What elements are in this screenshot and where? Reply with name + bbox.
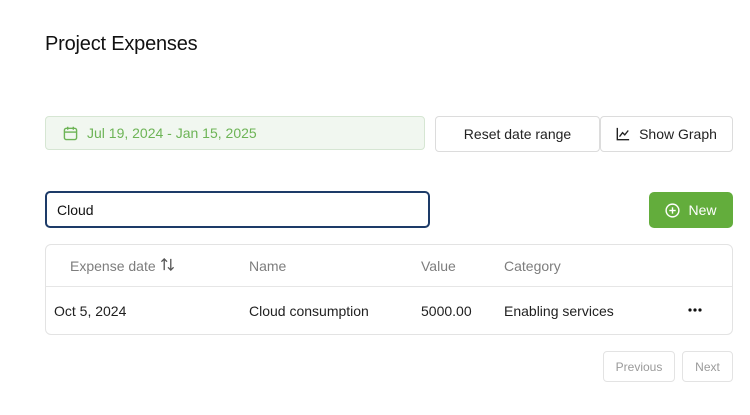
- expense-date-cell: Oct 5, 2024: [54, 303, 127, 319]
- expense-category-cell: Enabling services: [504, 303, 614, 319]
- next-page-label: Next: [695, 359, 720, 374]
- line-chart-icon: [616, 127, 639, 141]
- plus-circle-icon: [665, 202, 688, 218]
- ellipsis-icon[interactable]: [687, 302, 703, 318]
- table-header: Expense date Name Value Category: [46, 245, 732, 287]
- column-header-category: Category: [504, 258, 561, 274]
- search-input[interactable]: [45, 191, 430, 228]
- previous-page-button[interactable]: Previous: [603, 351, 675, 382]
- calendar-icon: [63, 126, 87, 141]
- expenses-table: Expense date Name Value Category Oct 5, …: [45, 244, 733, 335]
- previous-page-label: Previous: [615, 359, 663, 374]
- next-page-button[interactable]: Next: [682, 351, 733, 382]
- page-title: Project Expenses: [45, 33, 198, 55]
- column-header-name: Name: [249, 258, 287, 274]
- new-button-label: New: [688, 202, 717, 218]
- column-header-expense-date[interactable]: Expense date: [70, 258, 156, 274]
- date-range-label: Jul 19, 2024 - Jan 15, 2025: [87, 125, 257, 141]
- show-graph-label: Show Graph: [639, 126, 717, 142]
- expense-name-cell: Cloud consumption: [249, 303, 369, 319]
- reset-date-range-button[interactable]: Reset date range: [435, 116, 600, 152]
- reset-date-range-label: Reset date range: [463, 126, 572, 142]
- column-header-value: Value: [421, 258, 456, 274]
- expense-value-cell: 5000.00: [421, 303, 472, 319]
- show-graph-button[interactable]: Show Graph: [600, 116, 733, 152]
- sort-arrows-icon[interactable]: [160, 257, 175, 272]
- new-expense-button[interactable]: New: [649, 192, 733, 228]
- date-range-picker[interactable]: Jul 19, 2024 - Jan 15, 2025: [45, 116, 425, 150]
